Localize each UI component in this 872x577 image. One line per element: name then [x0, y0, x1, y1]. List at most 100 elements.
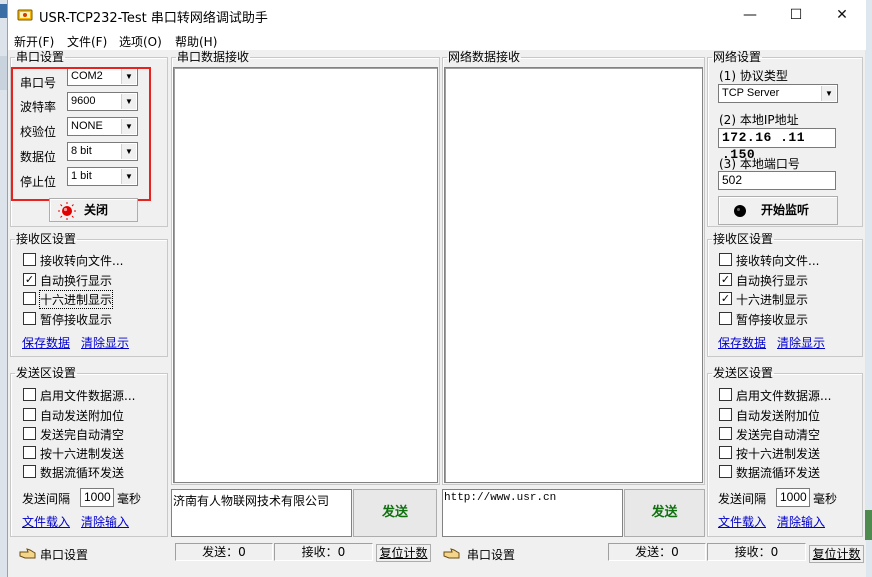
right-interval-input[interactable]: 1000: [776, 488, 810, 507]
left-send-opt-4-label: 数据流循环发送: [40, 466, 125, 480]
status-left-label: 串口设置: [40, 548, 89, 562]
left-send-opt-3-label: 按十六进制发送: [40, 447, 125, 461]
right-send-opt-4-checkbox[interactable]: [719, 465, 732, 478]
close-button[interactable]: ✕: [819, 0, 865, 30]
left-interval-input[interactable]: 1000: [80, 488, 114, 507]
net-receive-title: 网络数据接收: [448, 50, 521, 64]
left-recv-opt-3-label: 暂停接收显示: [40, 313, 113, 327]
status-left-send-count: 发送：0: [175, 543, 273, 561]
left-recv-opt-2-label: 十六进制显示: [38, 290, 114, 309]
right-send-opt-2-label: 发送完自动清空: [736, 428, 821, 442]
right-send-opt-0-checkbox[interactable]: [719, 388, 732, 401]
right-clear-input-link[interactable]: 清除输入: [777, 513, 825, 530]
left-receive-settings-title: 接收区设置: [16, 232, 77, 246]
menu-new[interactable]: 新开(F): [14, 33, 54, 50]
minimize-button[interactable]: —: [727, 0, 773, 30]
protocol-label: (1) 协议类型: [719, 69, 788, 83]
right-send-opt-0-label: 启用文件数据源...: [736, 389, 832, 403]
background-window-edge-left: [0, 0, 7, 577]
serial-receive-textarea[interactable]: [173, 67, 438, 483]
left-recv-opt-2-checkbox[interactable]: [23, 292, 36, 305]
background-window-edge-right: [865, 0, 872, 577]
menu-file[interactable]: 文件(F): [67, 33, 107, 50]
left-send-opt-2-label: 发送完自动清空: [40, 428, 125, 442]
dropdown-arrow-icon: ▼: [821, 86, 836, 101]
right-recv-opt-3-checkbox[interactable]: [719, 312, 732, 325]
left-send-opt-1-label: 自动发送附加位: [40, 409, 125, 423]
red-led-icon: [58, 202, 76, 220]
menu-options[interactable]: 选项(O): [119, 33, 162, 50]
net-send-input[interactable]: http://www.usr.cn: [442, 489, 623, 537]
right-interval-label: 发送间隔: [718, 492, 767, 506]
title-bar[interactable]: USR-TCP232-Test 串口转网络调试助手 — ☐ ✕: [8, 0, 866, 30]
net-settings-title: 网络设置: [713, 50, 762, 64]
net-send-button[interactable]: 发送: [624, 489, 705, 537]
left-send-opt-4-checkbox[interactable]: [23, 465, 36, 478]
left-send-opt-2-checkbox[interactable]: [23, 427, 36, 440]
right-save-data-link[interactable]: 保存数据: [718, 334, 766, 351]
right-send-settings-title: 发送区设置: [713, 366, 774, 380]
right-recv-opt-1-checkbox[interactable]: ✓: [719, 273, 732, 286]
local-ip-label: (2) 本地IP地址: [719, 113, 799, 127]
left-recv-opt-1-checkbox[interactable]: ✓: [23, 273, 36, 286]
right-recv-opt-3-label: 暂停接收显示: [736, 313, 809, 327]
status-right-send-count: 发送：0: [608, 543, 706, 561]
status-right-label: 串口设置: [467, 548, 516, 562]
left-recv-opt-0-label: 接收转向文件...: [40, 254, 124, 268]
right-clear-display-link[interactable]: 清除显示: [777, 334, 825, 351]
left-send-opt-3-checkbox[interactable]: [23, 446, 36, 459]
left-send-opt-0-label: 启用文件数据源...: [40, 389, 136, 403]
serial-receive-title: 串口数据接收: [177, 50, 250, 64]
left-save-data-link[interactable]: 保存数据: [22, 334, 70, 351]
black-led-icon: [734, 205, 746, 217]
maximize-button[interactable]: ☐: [773, 0, 819, 30]
local-port-input[interactable]: 502: [718, 171, 836, 190]
local-ip-input[interactable]: 172.16 .11 .150: [718, 128, 836, 162]
left-clear-display-link[interactable]: 清除显示: [81, 334, 129, 351]
right-send-opt-3-checkbox[interactable]: [719, 446, 732, 459]
right-recv-opt-0-checkbox[interactable]: [719, 253, 732, 266]
left-reset-count-button[interactable]: 复位计数: [376, 544, 431, 562]
window-title: USR-TCP232-Test 串口转网络调试助手: [39, 11, 268, 26]
left-recv-opt-3-checkbox[interactable]: [23, 312, 36, 325]
left-interval-unit: 毫秒: [117, 492, 142, 506]
highlight-annotation-box: [11, 67, 151, 201]
serial-toggle-button[interactable]: 关闭: [49, 198, 138, 222]
left-send-settings-title: 发送区设置: [16, 366, 77, 380]
serial-settings-title: 串口设置: [16, 50, 65, 64]
menu-bar: 新开(F) 文件(F) 选项(O) 帮助(H): [8, 30, 866, 50]
serial-toggle-label: 关闭: [84, 203, 109, 217]
left-clear-input-link[interactable]: 清除输入: [81, 513, 129, 530]
left-send-opt-1-checkbox[interactable]: [23, 408, 36, 421]
menu-help[interactable]: 帮助(H): [175, 33, 217, 50]
left-recv-opt-0-checkbox[interactable]: [23, 253, 36, 266]
pointing-hand-icon: [19, 548, 36, 559]
left-load-file-link[interactable]: 文件载入: [22, 513, 70, 530]
right-send-opt-4-label: 数据流循环发送: [736, 466, 821, 480]
right-recv-opt-2-label: 十六进制显示: [736, 293, 809, 307]
right-send-opt-1-label: 自动发送附加位: [736, 409, 821, 423]
left-recv-opt-1-label: 自动换行显示: [40, 274, 113, 288]
right-recv-opt-0-label: 接收转向文件...: [736, 254, 820, 268]
right-receive-settings-title: 接收区设置: [713, 232, 774, 246]
main-window: USR-TCP232-Test 串口转网络调试助手 — ☐ ✕ 新开(F) 文件…: [7, 0, 866, 577]
serial-send-input[interactable]: 济南有人物联网技术有限公司: [171, 489, 352, 537]
app-icon: [17, 9, 33, 21]
net-receive-textarea[interactable]: [444, 67, 703, 483]
right-send-opt-1-checkbox[interactable]: [719, 408, 732, 421]
start-listen-button[interactable]: 开始监听: [718, 196, 838, 225]
right-interval-unit: 毫秒: [813, 492, 838, 506]
protocol-value: TCP Server: [722, 87, 780, 99]
status-left-recv-count: 接收：0: [274, 543, 373, 561]
right-load-file-link[interactable]: 文件载入: [718, 513, 766, 530]
status-right-recv-count: 接收：0: [707, 543, 806, 561]
right-recv-opt-2-checkbox[interactable]: ✓: [719, 292, 732, 305]
right-reset-count-button[interactable]: 复位计数: [809, 545, 864, 563]
right-send-opt-2-checkbox[interactable]: [719, 427, 732, 440]
local-port-label: (3) 本地端口号: [719, 157, 800, 171]
right-recv-opt-1-label: 自动换行显示: [736, 274, 809, 288]
left-interval-label: 发送间隔: [22, 492, 71, 506]
protocol-select[interactable]: TCP Server ▼: [718, 84, 838, 103]
serial-send-button[interactable]: 发送: [353, 489, 437, 537]
left-send-opt-0-checkbox[interactable]: [23, 388, 36, 401]
